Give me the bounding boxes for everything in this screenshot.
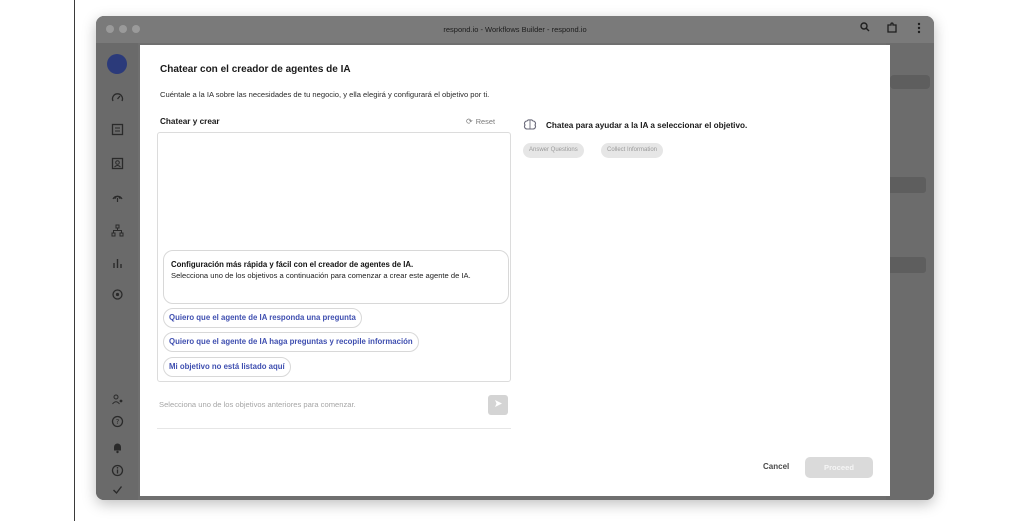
ai-message-bubble: Configuración más rápida y fácil con el …	[163, 250, 509, 304]
contacts-icon[interactable]	[109, 157, 125, 173]
settings-icon[interactable]	[109, 288, 125, 304]
modal-subtitle: Cuéntale a la IA sobre las necesidades d…	[160, 90, 490, 99]
chat-input[interactable]: Selecciona uno de los objetivos anterior…	[159, 400, 356, 409]
refresh-icon: ⟳	[466, 117, 473, 126]
window-title: respond.io - Workflows Builder - respond…	[443, 25, 587, 34]
option-answer-question[interactable]: Quiero que el agente de IA responda una …	[163, 308, 362, 328]
magnifier-icon[interactable]	[858, 22, 872, 36]
background-field	[886, 257, 926, 273]
send-icon	[494, 400, 502, 407]
kebab-menu-icon[interactable]	[912, 22, 926, 36]
info-icon[interactable]	[109, 464, 125, 480]
message-body: Selecciona uno de los objetivos a contin…	[171, 271, 471, 280]
check-icon[interactable]	[109, 483, 125, 499]
goal-heading: Chatea para ayudar a la IA a seleccionar…	[546, 121, 748, 130]
puzzle-icon[interactable]	[885, 22, 899, 36]
dashboard-icon[interactable]	[109, 91, 125, 107]
users-icon[interactable]	[109, 393, 125, 409]
chat-heading: Chatear y crear	[160, 117, 220, 126]
modal-title: Chatear con el creador de agentes de IA	[160, 64, 351, 75]
background-field	[886, 177, 926, 193]
background-button	[890, 75, 930, 89]
reports-icon[interactable]	[109, 256, 125, 272]
reset-button[interactable]: ⟳ Reset	[466, 117, 495, 126]
svg-text:?: ?	[115, 418, 119, 426]
goal-chip-answer-questions: Answer Questions	[523, 143, 584, 158]
brain-icon	[523, 118, 537, 132]
help-icon[interactable]: ?	[109, 415, 125, 431]
ai-agent-builder-modal: Chatear con el creador de agentes de IA …	[140, 45, 890, 496]
goal-chip-collect-information: Collect Information	[601, 143, 664, 158]
background-panel	[886, 43, 934, 500]
proceed-button[interactable]: Proceed	[805, 457, 873, 478]
option-not-listed[interactable]: Mi objetivo no está listado aquí	[163, 357, 291, 377]
option-collect-information[interactable]: Quiero que el agente de IA haga pregunta…	[163, 332, 419, 352]
chat-panel: Configuración más rápida y fácil con el …	[157, 132, 511, 382]
workspace-avatar[interactable]	[107, 54, 127, 74]
proceed-label: Proceed	[824, 463, 854, 472]
broadcast-icon[interactable]	[109, 190, 125, 206]
cancel-button[interactable]: Cancel	[763, 462, 789, 471]
message-title: Configuración más rápida y fácil con el …	[171, 260, 414, 269]
inbox-icon[interactable]	[109, 123, 125, 139]
notification-icon[interactable]	[109, 441, 125, 457]
chat-input-row: Selecciona uno de los objetivos anterior…	[157, 391, 511, 429]
send-button[interactable]	[488, 395, 508, 415]
page-divider	[74, 0, 75, 521]
reset-label: Reset	[475, 117, 496, 126]
app-sidebar: ?	[96, 43, 138, 500]
workflows-icon[interactable]	[109, 224, 125, 240]
window-titlebar: respond.io - Workflows Builder - respond…	[96, 16, 934, 43]
